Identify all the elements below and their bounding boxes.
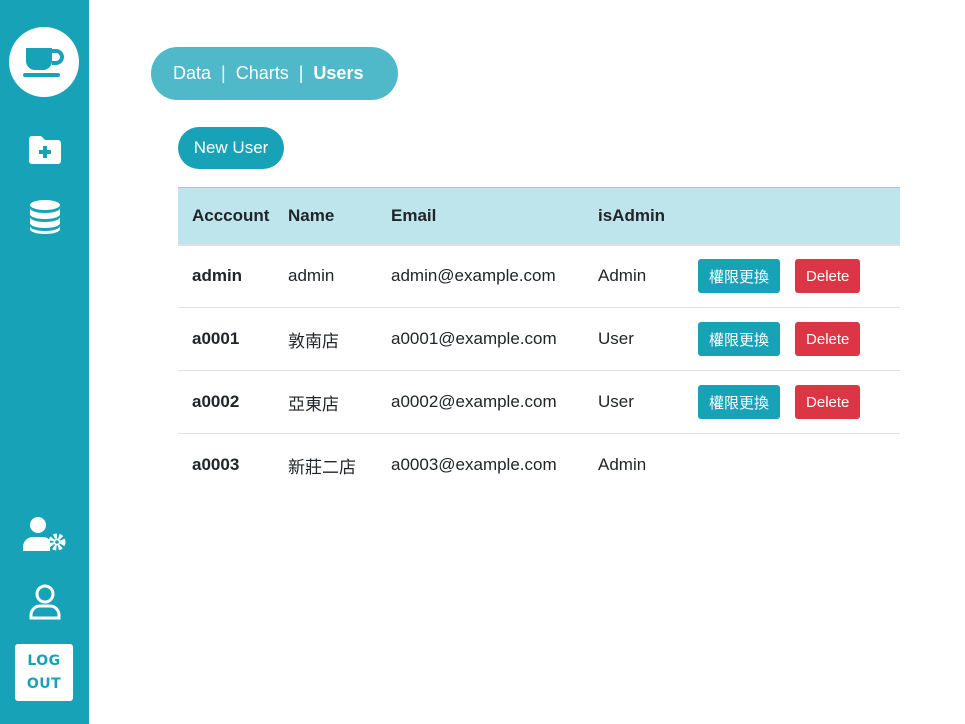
sidebar-item-profile[interactable] bbox=[0, 584, 89, 620]
new-user-button[interactable]: New User bbox=[178, 127, 284, 169]
user-settings-icon bbox=[22, 517, 65, 551]
nav-separator: | bbox=[221, 63, 226, 83]
cell-role: Admin bbox=[598, 266, 647, 286]
tab-data[interactable]: Data bbox=[173, 63, 211, 84]
cell-actions: 權限更換 Delete bbox=[698, 371, 900, 434]
cell-email: a0003@example.com bbox=[391, 455, 557, 475]
cell-actions bbox=[698, 434, 900, 497]
cell-actions: 權限更換 Delete bbox=[698, 245, 900, 308]
cell-role: User bbox=[598, 329, 634, 348]
cell-role: User bbox=[598, 392, 634, 411]
column-header-name: Name bbox=[288, 187, 391, 246]
cell-account: a0001 bbox=[192, 329, 240, 348]
folder-plus-icon bbox=[28, 136, 61, 164]
delete-button[interactable]: Delete bbox=[795, 385, 861, 419]
column-header-is-admin: isAdmin bbox=[598, 187, 698, 246]
sidebar-item-database[interactable] bbox=[0, 199, 89, 235]
table-row: a0002 亞東店 a0002@example.com User 權限更換 Del… bbox=[178, 371, 900, 434]
cell-role: Admin bbox=[598, 455, 647, 475]
cell-actions: 權限更換 Delete bbox=[698, 308, 900, 371]
cell-name: 新莊二店 bbox=[288, 457, 356, 477]
tab-users[interactable]: Users bbox=[313, 63, 363, 84]
column-header-actions bbox=[698, 187, 900, 246]
coffee-cup-icon bbox=[23, 48, 64, 77]
cell-account: admin bbox=[192, 266, 243, 286]
user-profile-icon bbox=[29, 584, 60, 620]
sidebar-item-user-settings[interactable] bbox=[0, 516, 89, 552]
column-header-email: Email bbox=[391, 187, 598, 246]
cell-name: 亞東店 bbox=[288, 394, 339, 414]
database-icon bbox=[29, 200, 60, 234]
logout-label-line2: OUT bbox=[26, 675, 62, 692]
cell-name: admin bbox=[288, 266, 335, 286]
delete-button[interactable]: Delete bbox=[795, 322, 861, 356]
column-header-account: Acccount bbox=[178, 187, 288, 246]
cell-account: a0002 bbox=[192, 392, 240, 411]
table-row: admin admin admin@example.com Admin 權限更換… bbox=[178, 245, 900, 308]
logout-button[interactable]: LOG OUT bbox=[15, 644, 73, 701]
logout-label-line1: LOG bbox=[27, 652, 61, 669]
change-permission-button[interactable]: 權限更換 bbox=[698, 259, 781, 294]
change-permission-button[interactable]: 權限更換 bbox=[698, 322, 781, 356]
users-table: Acccount Name Email isAdmin admin admin … bbox=[178, 187, 900, 497]
nav-tabs: Data | Charts | Users bbox=[151, 47, 398, 100]
nav-separator: | bbox=[298, 63, 304, 83]
sidebar: LOG OUT bbox=[0, 0, 89, 724]
sidebar-item-new-folder[interactable] bbox=[0, 135, 89, 165]
table-row: a0003 新莊二店 a0003@example.com Admin bbox=[178, 434, 900, 497]
cell-account: a0003 bbox=[192, 455, 240, 475]
cell-name: 敦南店 bbox=[288, 331, 339, 351]
change-permission-button[interactable]: 權限更換 bbox=[698, 385, 781, 419]
table-header-row: Acccount Name Email isAdmin bbox=[178, 187, 900, 246]
logo[interactable] bbox=[9, 27, 79, 97]
table-row: a0001 敦南店 a0001@example.com User 權限更換 Del… bbox=[178, 308, 900, 371]
tab-charts[interactable]: Charts bbox=[236, 63, 289, 84]
delete-button[interactable]: Delete bbox=[795, 259, 861, 294]
cell-email: admin@example.com bbox=[391, 266, 556, 286]
cell-email: a0002@example.com bbox=[391, 392, 557, 411]
cell-email: a0001@example.com bbox=[391, 329, 557, 348]
